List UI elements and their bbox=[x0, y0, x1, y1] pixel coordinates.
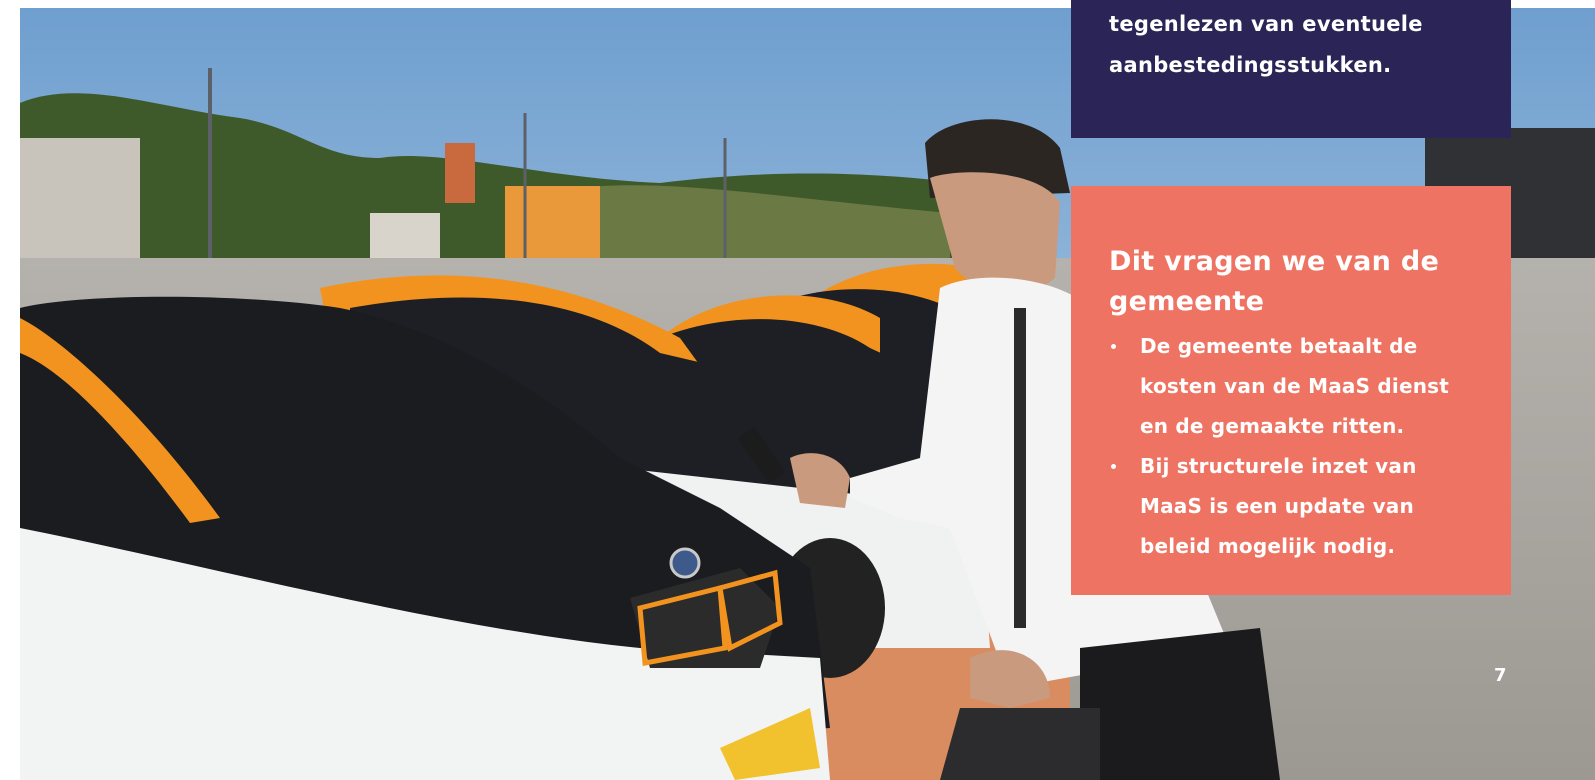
list-item-line: beleid mogelijk nodig. bbox=[1140, 534, 1396, 558]
list-item: Bij structurele inzet van MaaS is een up… bbox=[1109, 446, 1481, 566]
box-heading: Dit vragen we van de gemeente bbox=[1109, 246, 1440, 317]
list-item: De gemeente betaalt de kosten van de Maa… bbox=[1109, 326, 1481, 446]
request-list: De gemeente betaalt de kosten van de Maa… bbox=[1109, 326, 1481, 566]
list-item-line: Bij structurele inzet van bbox=[1140, 454, 1417, 478]
orange-building bbox=[505, 186, 600, 258]
page: tegenlezen van eventuele aanbestedingsst… bbox=[0, 0, 1595, 780]
list-item-line: en de gemaakte ritten. bbox=[1140, 414, 1405, 438]
bullet-icon bbox=[1111, 464, 1116, 469]
building-left bbox=[20, 138, 140, 258]
bag bbox=[1080, 628, 1280, 780]
list-item-line: MaaS is een update van bbox=[1140, 494, 1414, 518]
signpost bbox=[445, 143, 475, 203]
continuation-line: aanbestedingsstukken. bbox=[1109, 53, 1392, 77]
municipality-requests-box: Dit vragen we van de gemeente De gemeent… bbox=[1071, 186, 1511, 595]
page-number: 7 bbox=[1494, 665, 1507, 686]
list-item-line: kosten van de MaaS dienst bbox=[1140, 374, 1450, 398]
continuation-line: tegenlezen van eventuele bbox=[1109, 12, 1423, 36]
bullet-icon bbox=[1111, 344, 1116, 349]
requirements-continuation-box: tegenlezen van eventuele aanbestedingsst… bbox=[1071, 0, 1511, 138]
list-item-line: De gemeente betaalt de bbox=[1140, 334, 1418, 358]
